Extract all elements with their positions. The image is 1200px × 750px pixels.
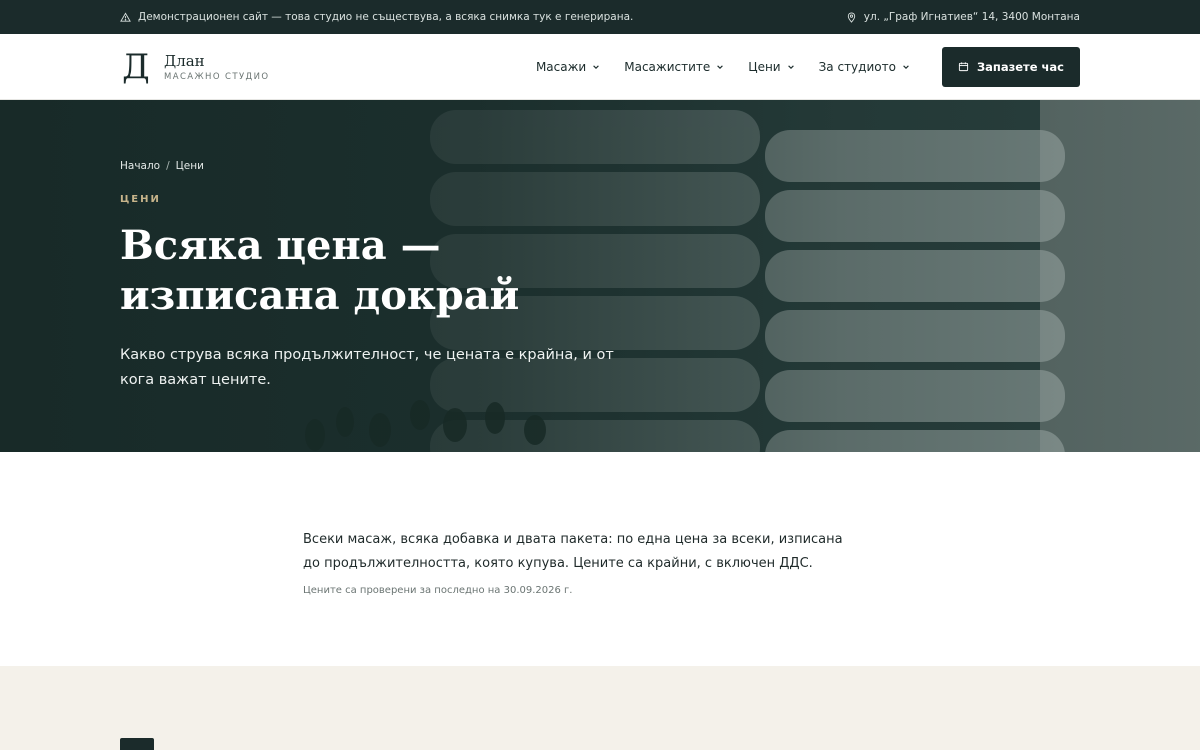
brand-name: Длан bbox=[164, 51, 205, 70]
section-eyebrow: ЦЕНИ bbox=[120, 194, 161, 205]
chevron-down-icon bbox=[903, 64, 909, 69]
demo-notice-text: Демонстрационен сайт — това студио не съ… bbox=[138, 11, 634, 23]
breadcrumb-current: Цени bbox=[175, 160, 204, 172]
breadcrumb-home-link[interactable]: Начало bbox=[120, 160, 160, 172]
chevron-down-icon bbox=[787, 64, 794, 69]
studio-address[interactable]: ул. „Граф Игнатиев“ 14, 3400 Монтана bbox=[846, 11, 1080, 23]
nav-item-label: За студиото bbox=[818, 59, 896, 74]
nav-item-label: Масажистите bbox=[624, 59, 711, 74]
book-appointment-button[interactable]: Запазете час bbox=[941, 46, 1080, 87]
nav-item-therapists[interactable]: Масажистите bbox=[624, 60, 724, 74]
prices-checked-note: Цените са проверени за последно на 30.09… bbox=[303, 585, 573, 596]
page-title: Всяка цена — изписана докрай bbox=[120, 221, 680, 321]
nav-item-about[interactable]: За студиото bbox=[819, 60, 910, 74]
main-navigation: Масажи Масажистите Цени За студиото Запа… bbox=[536, 46, 1080, 87]
nav-item-prices[interactable]: Цени bbox=[748, 60, 794, 74]
calendar-icon bbox=[958, 62, 969, 72]
breadcrumb: Начало / Цени bbox=[120, 160, 680, 172]
map-pin-icon bbox=[847, 12, 855, 23]
hero-section: Начало / Цени ЦЕНИ Всяка цена — изписана… bbox=[0, 100, 1200, 452]
site-header: Д Длан МАСАЖНО СТУДИО Масажи Масажистите… bbox=[0, 34, 1200, 100]
nav-item-massages[interactable]: Масажи bbox=[536, 60, 600, 74]
chevron-down-icon bbox=[717, 64, 724, 69]
prices-section bbox=[0, 666, 1200, 750]
nav-item-label: Цени bbox=[748, 59, 781, 74]
breadcrumb-separator: / bbox=[166, 160, 170, 172]
hero-content: Начало / Цени ЦЕНИ Всяка цена — изписана… bbox=[120, 160, 680, 393]
brand-logo[interactable]: Д Длан МАСАЖНО СТУДИО bbox=[120, 50, 269, 84]
nav-item-label: Масажи bbox=[535, 59, 587, 74]
chevron-down-icon bbox=[593, 64, 600, 69]
page-title-line-1: Всяка цена — bbox=[120, 222, 441, 269]
intro-section: Всеки масаж, всяка добавка и двата пакет… bbox=[0, 452, 1200, 666]
brand-mark: Д bbox=[122, 46, 150, 87]
section-heading-peek bbox=[120, 738, 154, 750]
top-notice-bar: Демонстрационен сайт — това студио не съ… bbox=[0, 0, 1200, 34]
demo-notice: Демонстрационен сайт — това студио не съ… bbox=[120, 11, 633, 23]
intro-text: Всеки масаж, всяка добавка и двата пакет… bbox=[303, 532, 843, 571]
brand-subtitle: МАСАЖНО СТУДИО bbox=[164, 71, 270, 82]
address-text: ул. „Граф Игнатиев“ 14, 3400 Монтана bbox=[863, 11, 1080, 23]
hero-lead-text: Какво струва всяка продължителност, че ц… bbox=[120, 347, 614, 388]
book-appointment-label: Запазете час bbox=[976, 59, 1064, 74]
warning-icon bbox=[120, 11, 131, 22]
brand-text: Длан МАСАЖНО СТУДИО bbox=[164, 52, 269, 82]
page-title-line-2: изписана докрай bbox=[120, 272, 520, 319]
